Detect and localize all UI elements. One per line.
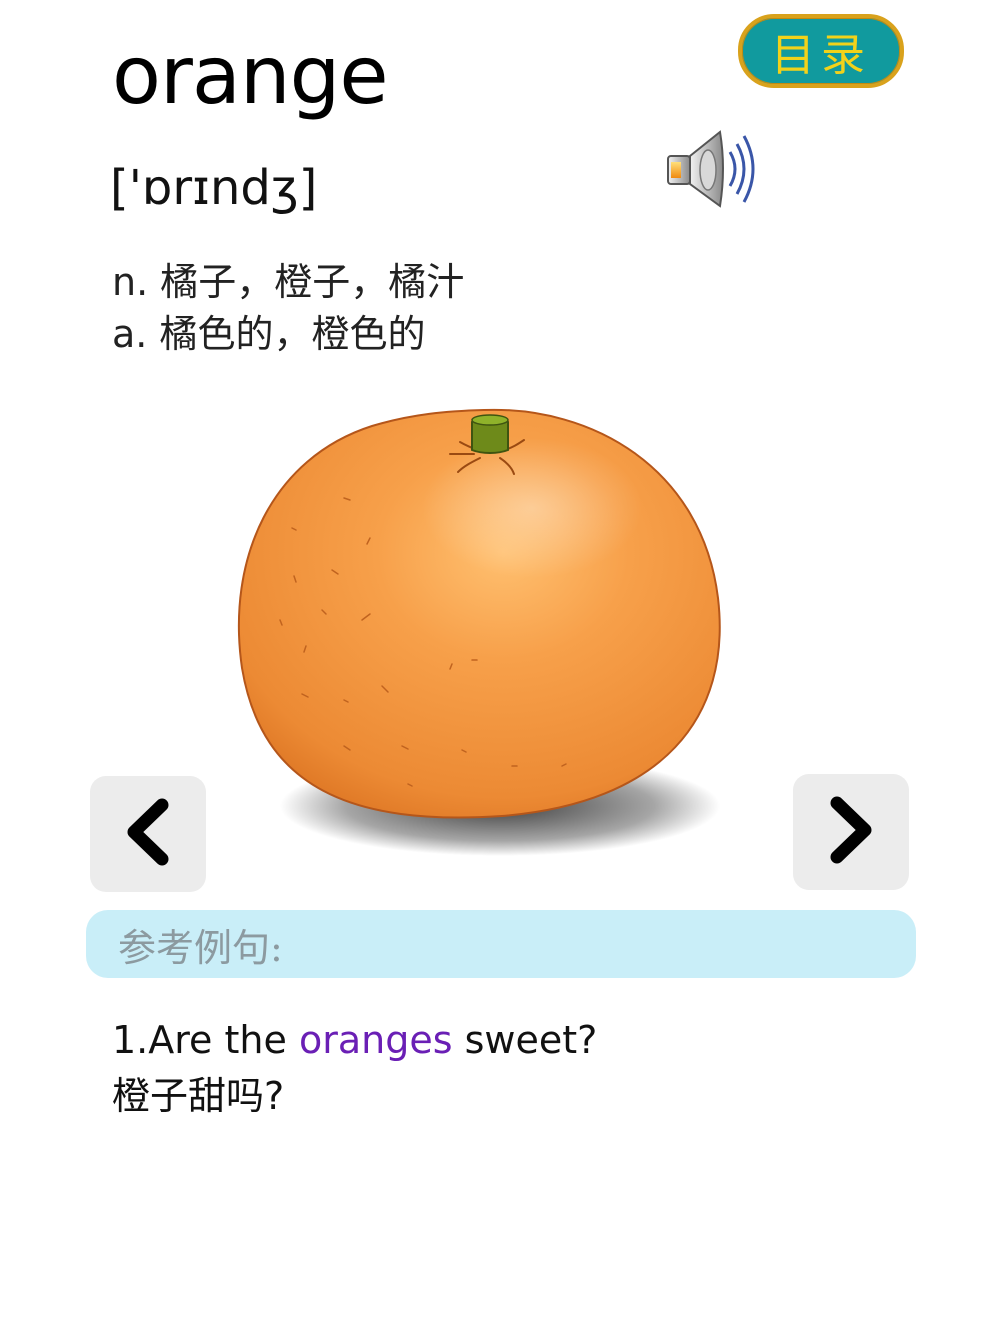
example-section-header: 参考例句: [86,910,916,978]
example-text-after: sweet? [452,1018,598,1062]
word-title: orange [112,29,389,122]
definitions: n. 橘子，橙子，橘汁 a. 橘色的，橙色的 [112,256,464,360]
previous-button[interactable] [90,776,206,892]
definition-noun: n. 橘子，橙子，橘汁 [112,260,465,304]
phonetic: ['ɒrɪndʒ] [110,160,318,216]
catalog-button[interactable]: 目录 [738,14,904,88]
next-button[interactable] [793,774,909,890]
example-sentence: 1.Are the oranges sweet? 橙子甜吗? [112,1012,597,1124]
example-text-before: 1.Are the [112,1018,299,1062]
example-translation: 橙子甜吗? [112,1074,285,1118]
definition-adjective: a. 橘色的，橙色的 [112,312,426,356]
chevron-right-icon [825,795,877,869]
example-english: 1.Are the oranges sweet? [112,1012,597,1068]
example-highlight-word: oranges [298,1018,453,1062]
orange-illustration [232,398,732,868]
chevron-left-icon [122,797,174,871]
speaker-icon[interactable] [662,122,758,216]
